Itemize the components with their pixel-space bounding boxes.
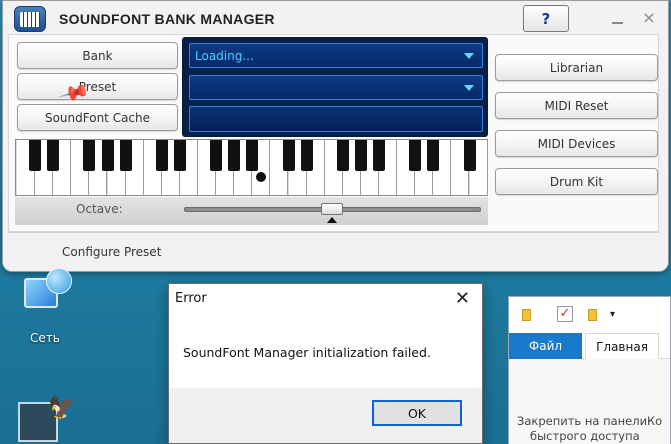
network-label[interactable]: Сеть — [30, 331, 60, 345]
piano-black-key[interactable] — [246, 140, 259, 171]
midi-devices-button[interactable]: MIDI Devices — [495, 130, 658, 157]
middle-c-marker — [256, 172, 266, 182]
librarian-button[interactable]: Librarian — [495, 54, 658, 81]
piano-black-key[interactable] — [463, 140, 476, 171]
midi-reset-button[interactable]: MIDI Reset — [495, 92, 658, 119]
ok-button[interactable]: OK — [372, 400, 462, 426]
preset-dropdown[interactable] — [189, 75, 483, 100]
ribbon-tabs: Файл Главная — [509, 333, 670, 360]
piano-black-key[interactable] — [210, 140, 223, 171]
quick-access-toolbar: ✓ ▾ — [509, 297, 670, 329]
folder-icon[interactable] — [522, 309, 531, 321]
chevron-down-icon[interactable] — [464, 85, 474, 91]
eagle-app-icon[interactable]: 🦅 — [18, 396, 76, 444]
octave-label: Octave: — [76, 202, 123, 216]
display-panel: Loading... — [182, 37, 488, 137]
piano-black-key[interactable] — [427, 140, 440, 171]
properties-check-icon[interactable]: ✓ — [557, 306, 573, 322]
piano-black-key[interactable] — [155, 140, 168, 171]
pin-label[interactable]: Закрепить на панели — [517, 414, 647, 428]
preset-button[interactable]: Preset — [17, 73, 178, 100]
close-icon[interactable]: × — [641, 10, 657, 26]
piano-black-key[interactable] — [83, 140, 96, 171]
configure-preset-link[interactable]: Configure Preset — [62, 245, 161, 259]
slider-pointer-icon — [327, 217, 337, 223]
title-bar[interactable]: SOUNDFONT BANK MANAGER ? × — [3, 1, 668, 37]
close-icon[interactable]: ✕ — [455, 288, 470, 309]
piano-app-icon — [14, 6, 46, 32]
new-folder-icon[interactable] — [588, 309, 597, 321]
piano-black-key[interactable] — [282, 140, 295, 171]
piano-black-key[interactable] — [29, 140, 42, 171]
divider — [8, 232, 659, 233]
ribbon-more-label[interactable]: Ко — [647, 414, 662, 428]
piano-black-key[interactable] — [409, 140, 422, 171]
chevron-down-icon[interactable]: ▾ — [610, 309, 615, 320]
info-field — [189, 106, 483, 132]
pin-label-2[interactable]: быстрого доступа — [530, 429, 640, 443]
piano-keyboard[interactable] — [15, 139, 488, 196]
tab-home[interactable]: Главная — [585, 333, 659, 360]
piano-black-key[interactable] — [336, 140, 349, 171]
piano-black-key[interactable] — [101, 140, 114, 171]
piano-black-key[interactable] — [300, 140, 313, 171]
error-dialog: Error ✕ SoundFont Manager initialization… — [168, 283, 483, 444]
drum-kit-button[interactable]: Drum Kit — [495, 168, 658, 195]
piano-black-key[interactable] — [228, 140, 241, 171]
tab-file[interactable]: Файл — [509, 333, 582, 359]
piano-black-key[interactable] — [119, 140, 132, 171]
help-button[interactable]: ? — [523, 5, 569, 32]
chevron-down-icon[interactable] — [464, 53, 474, 59]
piano-black-key[interactable] — [373, 140, 385, 171]
soundfont-cache-button[interactable]: SoundFont Cache — [17, 104, 178, 131]
error-message: SoundFont Manager initialization failed. — [183, 345, 431, 360]
window-title: SOUNDFONT BANK MANAGER — [59, 11, 275, 27]
piano-black-key[interactable] — [173, 140, 186, 171]
minimize-icon[interactable] — [609, 10, 625, 26]
bank-dropdown[interactable]: Loading... — [189, 43, 483, 68]
octave-slider-thumb[interactable] — [321, 203, 343, 215]
bank-button[interactable]: Bank — [17, 42, 178, 69]
bank-dropdown-value: Loading... — [195, 48, 254, 63]
dialog-title: Error — [175, 291, 207, 306]
network-icon[interactable] — [18, 268, 76, 320]
piano-black-key[interactable] — [354, 140, 367, 171]
piano-black-key[interactable] — [47, 140, 60, 171]
piano-keys[interactable] — [17, 140, 488, 195]
